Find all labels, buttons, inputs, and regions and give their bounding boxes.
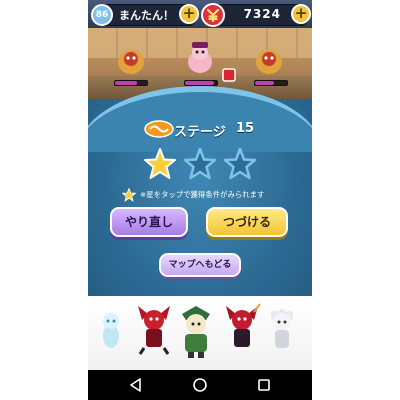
- star-3-icon[interactable]: [223, 147, 257, 181]
- game-logo-icon: [144, 120, 174, 138]
- enemy-right-hp-bar: [254, 80, 288, 86]
- star-1-icon[interactable]: [143, 147, 177, 181]
- stamina-status: まんたん！: [119, 9, 174, 22]
- home-circle-icon[interactable]: [192, 377, 208, 393]
- system-nav-bar: [88, 370, 312, 400]
- party-member-5[interactable]: [266, 306, 298, 354]
- star-shape: [183, 147, 217, 180]
- retry-button[interactable]: やり直し: [110, 207, 188, 237]
- star-shape: [144, 148, 176, 179]
- enemy-right-hp-fill: [255, 81, 275, 85]
- enemy-left-sprite: [118, 50, 144, 74]
- money-amount: 7324: [243, 7, 281, 21]
- party-strip: [88, 296, 312, 370]
- stage-label: ステージ: [174, 125, 226, 140]
- star-hint: ※星をタップで獲得条件がみられます: [122, 188, 312, 202]
- stage-number: 15: [236, 121, 255, 136]
- star-2-icon[interactable]: [183, 147, 217, 181]
- stamina-pill: 86 まんたん！ +: [91, 4, 199, 26]
- add-stamina-button[interactable]: +: [179, 4, 199, 24]
- enemy-right-sprite: [256, 50, 282, 74]
- recent-square-icon[interactable]: [256, 377, 272, 393]
- party-member-4[interactable]: [222, 302, 262, 356]
- return-to-map-button[interactable]: マップへもどる: [159, 253, 241, 277]
- continue-button[interactable]: つづける: [206, 207, 288, 237]
- money-icon: [201, 3, 225, 27]
- party-member-3[interactable]: [176, 304, 216, 360]
- top-status-bar: 86 まんたん！ + 7324 +: [88, 0, 312, 28]
- enemy-left-hp-bar: [114, 80, 148, 86]
- enemy-center-hp-fill: [185, 81, 214, 85]
- enemy-left-hp-fill: [115, 81, 138, 85]
- enemy-center-sprite: [188, 42, 212, 73]
- party-member-2[interactable]: [134, 302, 174, 356]
- stage-result-panel: ステージ 15 ※星をタップで獲得条件がみられます やり直し つづける マップへ…: [88, 86, 312, 324]
- money-pill: 7324 +: [201, 3, 311, 27]
- small-star-icon: [122, 188, 136, 202]
- party-member-1[interactable]: [98, 310, 124, 350]
- stage-title: ステージ 15: [144, 120, 284, 140]
- star-shape: [223, 147, 257, 180]
- game-screen: 86 まんたん！ + 7324 + ステージ 15 ※星をタップで獲得条件がみら…: [88, 0, 312, 400]
- player-level-badge: 86: [91, 4, 113, 26]
- back-triangle-icon[interactable]: [128, 377, 144, 393]
- target-marker-icon: [222, 68, 236, 82]
- hint-text: ※星をタップで獲得条件がみられます: [140, 190, 265, 199]
- add-money-button[interactable]: +: [291, 4, 311, 24]
